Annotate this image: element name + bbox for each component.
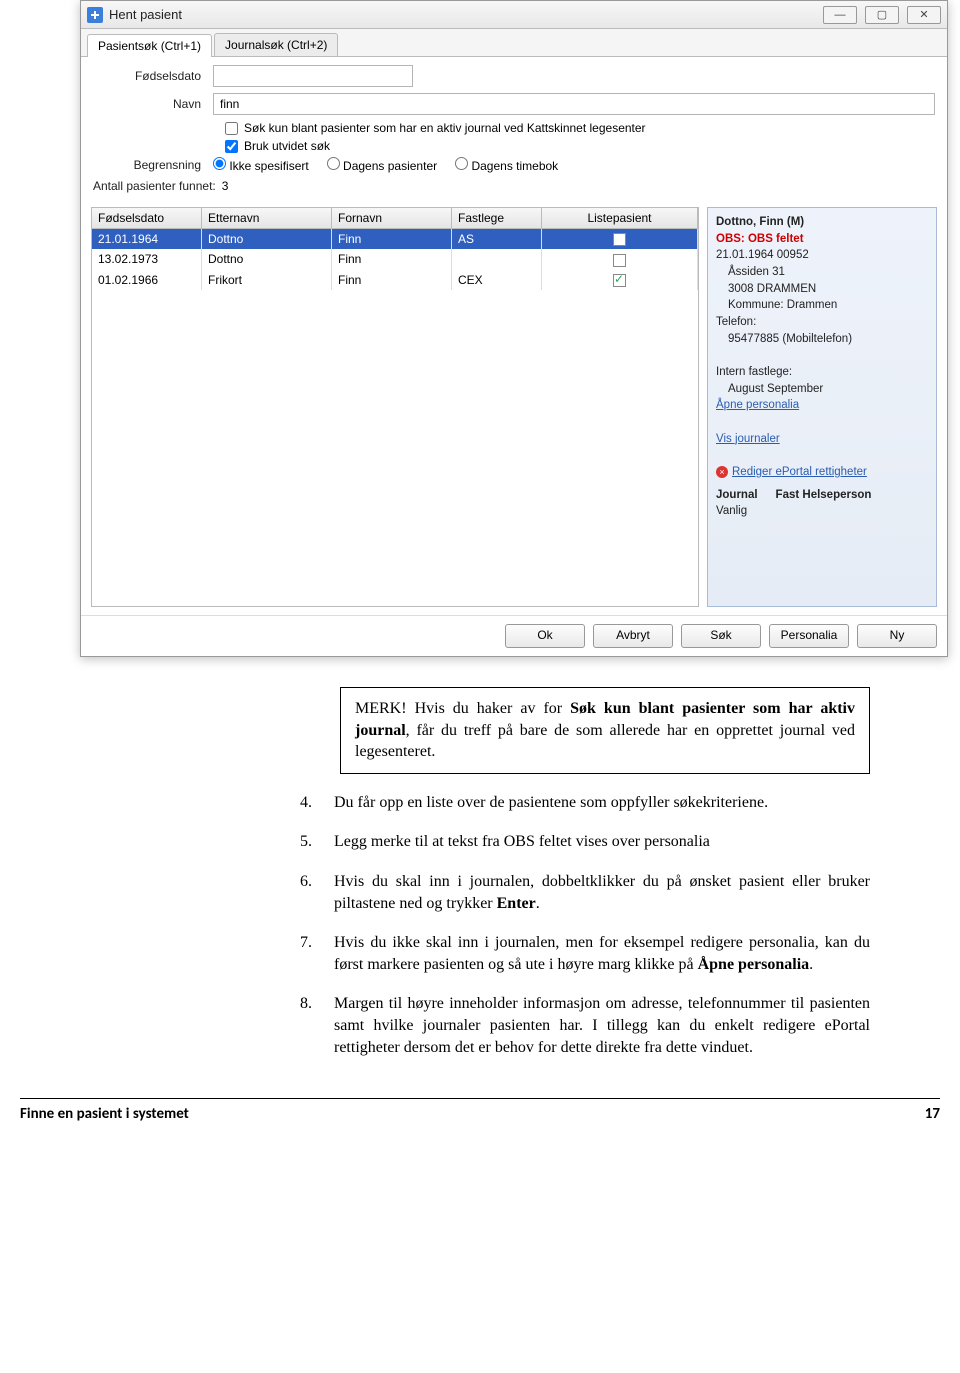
detail-kommune: Kommune: Drammen	[728, 297, 928, 314]
app-icon	[87, 7, 103, 23]
detail-pane: Dottno, Finn (M) OBS: OBS feltet 21.01.1…	[707, 207, 937, 607]
table-row[interactable]: 21.01.1964DottnoFinnAS	[92, 229, 698, 249]
detail-intern-fastlege-value: August September	[716, 381, 928, 398]
step-list: 4. Du får opp en liste over de pasienten…	[300, 792, 870, 1058]
search-form: Fødselsdato Navn Søk kun blant pasienter…	[81, 57, 947, 207]
col-journal-header: Journal	[716, 487, 758, 504]
col-fast-helseperson-header: Fast Helseperson	[776, 487, 872, 504]
page-footer: Finne en pasient i systemet 17	[20, 1098, 940, 1135]
cell-etternavn: Frikort	[202, 270, 332, 290]
maximize-button[interactable]: ▢	[865, 6, 899, 24]
radio-dagens-pasienter[interactable]	[327, 157, 340, 170]
cell-fornavn: Finn	[332, 249, 452, 269]
detail-addr1: Åssiden 31	[728, 264, 928, 281]
footer-page-number: 17	[925, 1105, 940, 1123]
cell-etternavn: Dottno	[202, 229, 332, 249]
step-7-num: 7.	[300, 932, 334, 975]
button-bar: Ok Avbryt Søk Personalia Ny	[81, 615, 947, 656]
link-eportal-row[interactable]: × Rediger ePortal rettigheter	[716, 464, 928, 481]
personalia-button[interactable]: Personalia	[769, 624, 849, 648]
radio-ikke-spesifisert[interactable]	[213, 157, 226, 170]
close-button[interactable]: ✕	[907, 6, 941, 24]
ok-button[interactable]: Ok	[505, 624, 585, 648]
step-5-num: 5.	[300, 831, 334, 853]
merk-post: , får du treff på bare de som allerede h…	[355, 722, 855, 761]
footer-title: Finne en pasient i systemet	[20, 1105, 189, 1123]
step-4-text: Du får opp en liste over de pasientene s…	[334, 792, 870, 814]
chk-aktiv-journal-label: Søk kun blant pasienter som har en aktiv…	[244, 121, 646, 135]
minimize-button[interactable]: —	[823, 6, 857, 24]
listepasient-checkbox[interactable]	[613, 233, 626, 246]
link-vis-journaler[interactable]: Vis journaler	[716, 433, 780, 445]
titlebar[interactable]: Hent pasient — ▢ ✕	[81, 1, 947, 29]
cell-listepasient	[542, 229, 698, 249]
ny-button[interactable]: Ny	[857, 624, 937, 648]
detail-addr2: 3008 DRAMMEN	[728, 281, 928, 298]
listepasient-checkbox[interactable]	[613, 254, 626, 267]
cell-etternavn: Dottno	[202, 249, 332, 269]
cell-listepasient	[542, 249, 698, 269]
radio-dagens-timebok-label: Dagens timebok	[471, 159, 558, 173]
radio-dagens-pasienter-label: Dagens pasienter	[343, 159, 437, 173]
cell-fornavn: Finn	[332, 270, 452, 290]
table-row[interactable]: 13.02.1973DottnoFinn	[92, 249, 698, 269]
hent-pasient-dialog: Hent pasient — ▢ ✕ Pasientsøk (Ctrl+1) J…	[80, 0, 948, 657]
merk-box: MERK! Hvis du haker av for Søk kun blant…	[340, 687, 870, 774]
label-fodselsdato: Fødselsdato	[93, 69, 213, 83]
merk-pre: MERK! Hvis du haker av for	[355, 700, 570, 717]
col-etternavn[interactable]: Etternavn	[202, 208, 332, 228]
detail-intern-fastlege-label: Intern fastlege:	[716, 364, 928, 381]
detail-obs: OBS: OBS feltet	[716, 231, 928, 248]
navn-input[interactable]	[213, 93, 935, 115]
step-6-num: 6.	[300, 871, 334, 914]
avbryt-button[interactable]: Avbryt	[593, 624, 673, 648]
link-eportal[interactable]: Rediger ePortal rettigheter	[732, 466, 867, 478]
step-8-text: Margen til høyre inneholder informasjon …	[334, 993, 870, 1058]
detail-telefon-label: Telefon:	[716, 314, 928, 331]
col-listepasient[interactable]: Listepasient	[542, 208, 698, 228]
table-row[interactable]: 01.02.1966FrikortFinnCEX	[92, 270, 698, 290]
sok-button[interactable]: Søk	[681, 624, 761, 648]
step-4-num: 4.	[300, 792, 334, 814]
document-body: MERK! Hvis du haker av for Søk kun blant…	[0, 687, 960, 1058]
tab-journalsok[interactable]: Journalsøk (Ctrl+2)	[214, 33, 338, 56]
cell-fodselsdato: 21.01.1964	[92, 229, 202, 249]
detail-telefon-value: 95477885 (Mobiltelefon)	[716, 331, 928, 348]
col-fastlege[interactable]: Fastlege	[452, 208, 542, 228]
col-fornavn[interactable]: Fornavn	[332, 208, 452, 228]
step-6-text: Hvis du skal inn i journalen, dobbeltkli…	[334, 871, 870, 914]
fodselsdato-input[interactable]	[213, 65, 413, 87]
step-5-text: Legg merke til at tekst fra OBS feltet v…	[334, 831, 870, 853]
label-navn: Navn	[93, 97, 213, 111]
listepasient-checkbox[interactable]	[613, 274, 626, 287]
tab-strip: Pasientsøk (Ctrl+1) Journalsøk (Ctrl+2)	[81, 29, 947, 57]
cell-listepasient	[542, 270, 698, 290]
chk-aktiv-journal[interactable]	[225, 122, 238, 135]
detail-dob-id: 21.01.1964 00952	[716, 247, 928, 264]
chk-utvidet-sok[interactable]	[225, 140, 238, 153]
detail-name: Dottno, Finn (M)	[716, 214, 928, 231]
close-red-icon: ×	[716, 466, 728, 478]
col-fodselsdato[interactable]: Fødselsdato	[92, 208, 202, 228]
result-table: Fødselsdato Etternavn Fornavn Fastlege L…	[91, 207, 699, 607]
radio-dagens-timebok[interactable]	[455, 157, 468, 170]
cell-fastlege: AS	[452, 229, 542, 249]
cell-fornavn: Finn	[332, 229, 452, 249]
cell-fastlege: CEX	[452, 270, 542, 290]
cell-fodselsdato: 01.02.1966	[92, 270, 202, 290]
step-8-num: 8.	[300, 993, 334, 1058]
window-title: Hent pasient	[109, 7, 823, 22]
chk-utvidet-sok-label: Bruk utvidet søk	[244, 139, 330, 153]
link-apne-personalia[interactable]: Åpne personalia	[716, 399, 799, 411]
tab-pasientsok[interactable]: Pasientsøk (Ctrl+1)	[87, 34, 212, 57]
cell-fastlege	[452, 249, 542, 269]
antall-funnet-value: 3	[222, 179, 229, 193]
label-begrensning: Begrensning	[93, 158, 213, 172]
journal-value: Vanlig	[716, 503, 928, 520]
cell-fodselsdato: 13.02.1973	[92, 249, 202, 269]
step-7-text: Hvis du ikke skal inn i journalen, men f…	[334, 932, 870, 975]
label-antall-funnet: Antall pasienter funnet:	[93, 179, 222, 193]
radio-ikke-spesifisert-label: Ikke spesifisert	[229, 159, 308, 173]
